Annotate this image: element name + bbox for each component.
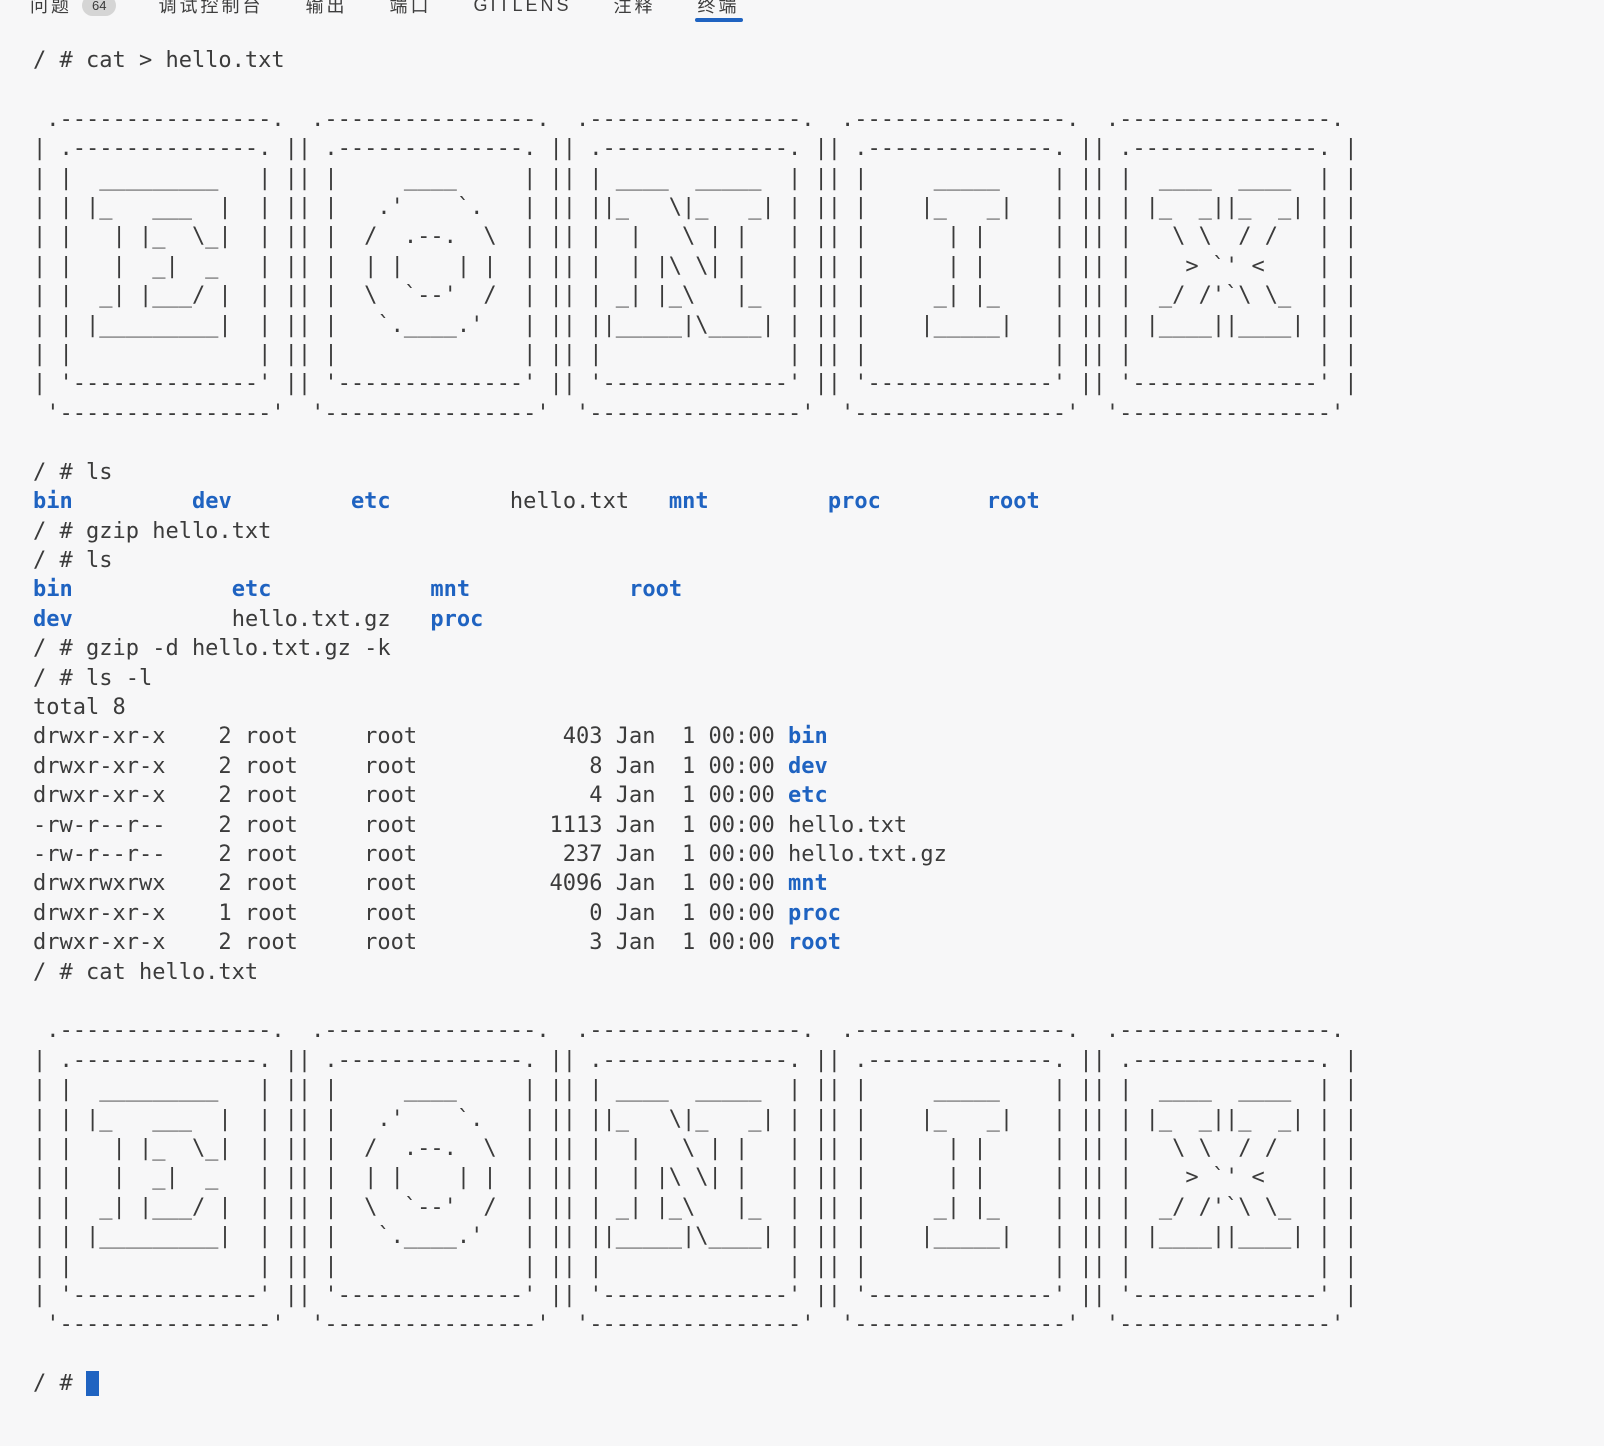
tab-terminal[interactable]: 终端 [698, 0, 740, 22]
ascii-banner-line: '----------------' '----------------' '-… [33, 399, 1604, 428]
terminal-blank-line [33, 75, 1604, 104]
ascii-banner-line: | | | _| _ | || | | | | | | || | | |\ \|… [33, 1163, 1604, 1192]
terminal-line: / # cat hello.txt [33, 958, 1604, 987]
terminal-line: dev hello.txt.gz proc [33, 605, 1604, 634]
terminal-line: drwxr-xr-x 1 root root 0 Jan 1 00:00 pro… [33, 899, 1604, 928]
ascii-banner-line: | | | || | | || | | || | | || | | | [33, 340, 1604, 369]
tab-label: 注释 [614, 0, 656, 18]
terminal-line: drwxr-xr-x 2 root root 4 Jan 1 00:00 etc [33, 781, 1604, 810]
ascii-banner-line: | | _| |___/ | | || | \ `--' / | || | _|… [33, 281, 1604, 310]
terminal-blank-line [33, 428, 1604, 457]
tab-label: 终端 [698, 0, 740, 18]
terminal-line: / # ls [33, 546, 1604, 575]
terminal-line: / # cat > hello.txt [33, 46, 1604, 75]
terminal-line: total 8 [33, 693, 1604, 722]
ascii-banner-line: | '--------------' || '--------------' |… [33, 369, 1604, 398]
terminal-line: / # ls [33, 458, 1604, 487]
tab-problems[interactable]: 问题 64 [30, 0, 116, 22]
ascii-banner-line: | | |_________| | || | `.____.' | || ||_… [33, 311, 1604, 340]
ascii-banner-line: | | _________ | || | ____ | || | ____ __… [33, 1075, 1604, 1104]
ascii-banner-line: | | | |_ \_| | || | / .--. \ | || | | \ … [33, 222, 1604, 251]
ascii-banner-line: | | |_ ___ | | || | .' `. | || ||_ \|_ _… [33, 1105, 1604, 1134]
ascii-banner-line: | | | || | | || | | || | | || | | | [33, 1252, 1604, 1281]
terminal-output: / # cat > hello.txt .----------------. .… [33, 46, 1604, 1399]
terminal-line: -rw-r--r-- 2 root root 1113 Jan 1 00:00 … [33, 811, 1604, 840]
ascii-banner-line: | | _| |___/ | | || | \ `--' / | || | _|… [33, 1193, 1604, 1222]
tab-debug-console[interactable]: 调试控制台 [158, 0, 263, 22]
tab-gitlens[interactable]: GITLENS [473, 0, 571, 22]
tab-label: 调试控制台 [158, 0, 263, 18]
tabs-row: 问题 64 调试控制台 输出 端口 GITLENS 注释 终端 [30, 0, 740, 22]
terminal-line: drwxrwxrwx 2 root root 4096 Jan 1 00:00 … [33, 869, 1604, 898]
tab-label: 输出 [305, 0, 347, 18]
ascii-banner-line: | '--------------' || '--------------' |… [33, 1281, 1604, 1310]
terminal-line: drwxr-xr-x 2 root root 8 Jan 1 00:00 dev [33, 752, 1604, 781]
ascii-banner-line: .----------------. .----------------. .-… [33, 1016, 1604, 1045]
terminal-line: drwxr-xr-x 2 root root 403 Jan 1 00:00 b… [33, 722, 1604, 751]
tab-output[interactable]: 输出 [305, 0, 347, 22]
terminal-blank-line [33, 1340, 1604, 1369]
terminal-line: bin dev etc hello.txt mnt proc root [33, 487, 1604, 516]
ascii-banner-line: | .--------------. || .--------------. |… [33, 134, 1604, 163]
ascii-banner-line: | .--------------. || .--------------. |… [33, 1046, 1604, 1075]
tab-label: GITLENS [473, 0, 571, 16]
ascii-banner-line: .----------------. .----------------. .-… [33, 105, 1604, 134]
ascii-banner-line: | | |_ ___ | | || | .' `. | || ||_ \|_ _… [33, 193, 1604, 222]
ascii-banner-line: '----------------' '----------------' '-… [33, 1310, 1604, 1339]
terminal[interactable]: / # cat > hello.txt .----------------. .… [0, 22, 1604, 1399]
terminal-line: -rw-r--r-- 2 root root 237 Jan 1 00:00 h… [33, 840, 1604, 869]
tab-ports[interactable]: 端口 [389, 0, 431, 22]
tab-label: 端口 [389, 0, 431, 18]
terminal-blank-line [33, 987, 1604, 1016]
problems-count-badge: 64 [82, 0, 116, 16]
panel-tab-bar: 问题 64 调试控制台 输出 端口 GITLENS 注释 终端 [0, 0, 1604, 22]
terminal-line: drwxr-xr-x 2 root root 3 Jan 1 00:00 roo… [33, 928, 1604, 957]
ascii-banner-line: | | _________ | || | ____ | || | ____ __… [33, 164, 1604, 193]
terminal-cursor [86, 1371, 99, 1396]
ascii-banner-line: | | | _| _ | || | | | | | | || | | |\ \|… [33, 252, 1604, 281]
terminal-line: bin etc mnt root [33, 575, 1604, 604]
prompt-line: / # [33, 1369, 1604, 1398]
tab-comments[interactable]: 注释 [614, 0, 656, 22]
tab-label: 问题 [30, 0, 72, 18]
terminal-line: / # gzip -d hello.txt.gz -k [33, 634, 1604, 663]
ascii-banner-line: | | |_________| | || | `.____.' | || ||_… [33, 1222, 1604, 1251]
terminal-line: / # gzip hello.txt [33, 517, 1604, 546]
ascii-banner-line: | | | |_ \_| | || | / .--. \ | || | | \ … [33, 1134, 1604, 1163]
terminal-line: / # ls -l [33, 664, 1604, 693]
